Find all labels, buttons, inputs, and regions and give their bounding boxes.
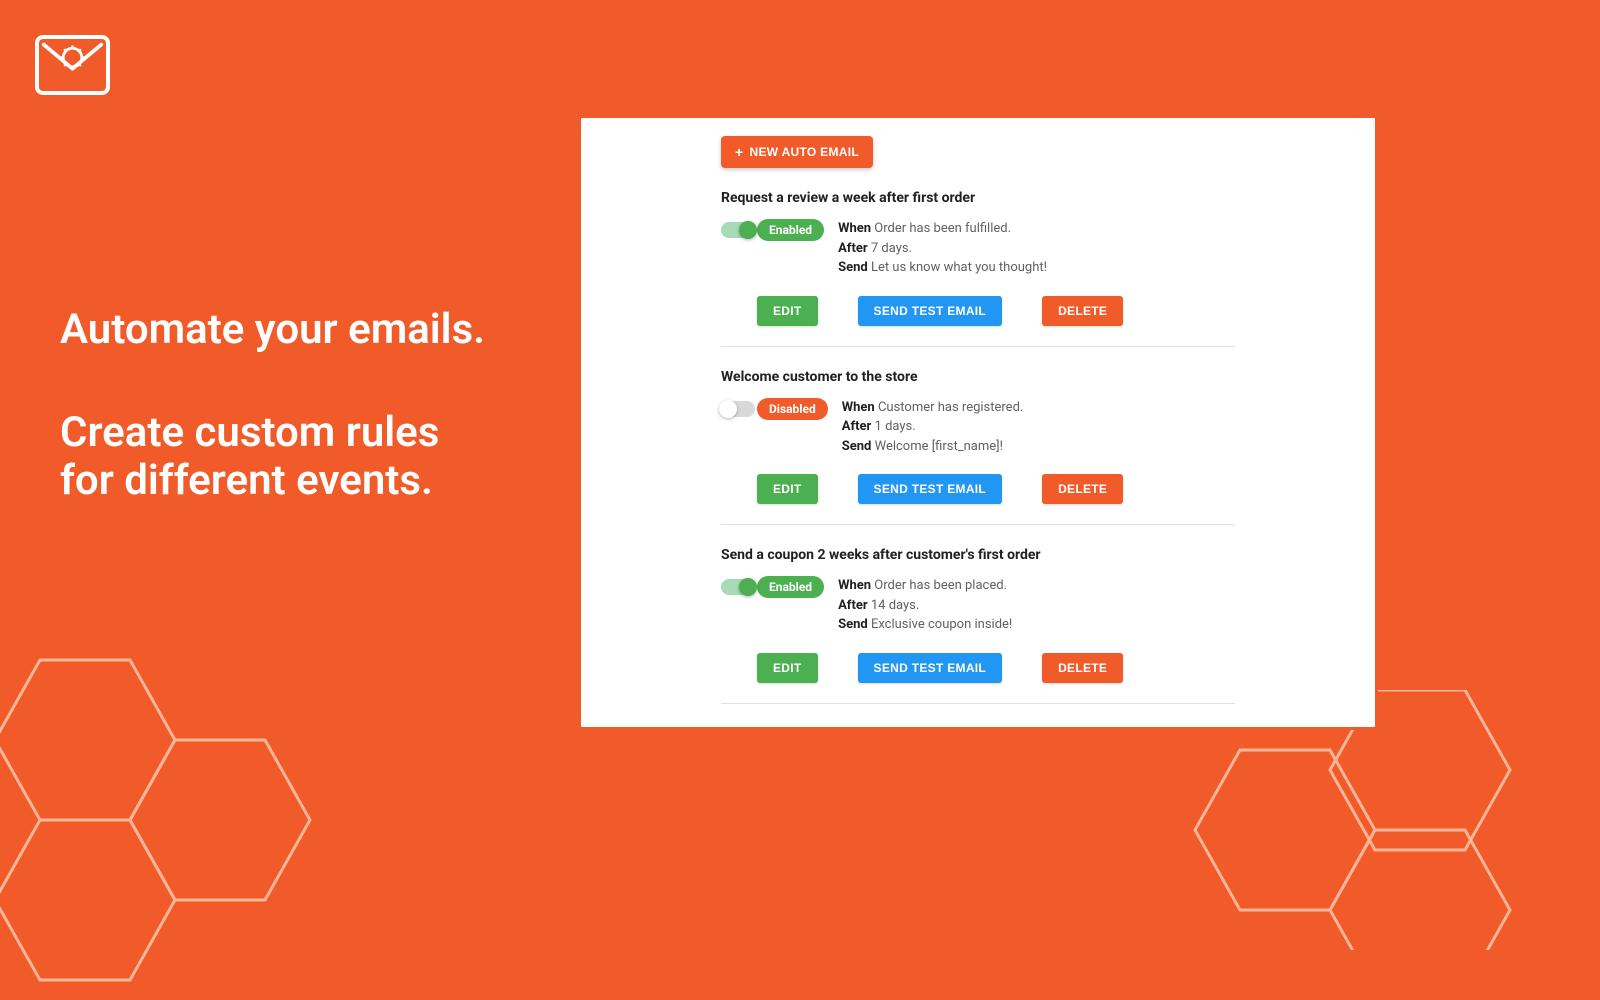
- rule-title: Send a coupon 2 weeks after customer's f…: [721, 547, 1235, 563]
- rule-details: When Order has been fulfilled. After 7 da…: [838, 219, 1047, 278]
- delete-button[interactable]: DELETE: [1042, 296, 1123, 326]
- delete-button[interactable]: DELETE: [1042, 474, 1123, 504]
- new-auto-email-label: NEW AUTO EMAIL: [749, 145, 859, 159]
- edit-button[interactable]: EDIT: [757, 296, 818, 326]
- app-logo-icon: [35, 35, 110, 95]
- delete-button[interactable]: DELETE: [1042, 653, 1123, 683]
- after-label: After: [838, 598, 868, 613]
- rule-item: Welcome customer to the store Disabled W…: [721, 347, 1235, 526]
- rule-item: Request a review a week after first orde…: [721, 168, 1235, 347]
- edit-button[interactable]: EDIT: [757, 653, 818, 683]
- new-auto-email-button[interactable]: + NEW AUTO EMAIL: [721, 136, 873, 168]
- when-value: Order has been placed.: [874, 578, 1007, 593]
- marketing-headline: Automate your emails. Create custom rule…: [60, 305, 485, 506]
- rule-item: Send a coupon 2 weeks after customer's f…: [721, 525, 1235, 704]
- after-value: 14 days.: [871, 598, 919, 613]
- rules-panel: + NEW AUTO EMAIL Request a review a week…: [578, 115, 1378, 730]
- send-value: Exclusive coupon inside!: [871, 617, 1012, 632]
- headline-line-1: Automate your emails.: [60, 305, 485, 354]
- send-label: Send: [838, 617, 868, 632]
- send-label: Send: [838, 260, 868, 275]
- enable-toggle[interactable]: [721, 222, 755, 238]
- after-value: 7 days.: [871, 241, 912, 256]
- headline-line-2: Create custom rulesfor different events.: [60, 409, 485, 506]
- when-label: When: [842, 400, 875, 415]
- send-test-email-button[interactable]: SEND TEST EMAIL: [858, 474, 1003, 504]
- rule-title: Welcome customer to the store: [721, 369, 1235, 385]
- when-label: When: [838, 578, 871, 593]
- edit-button[interactable]: EDIT: [757, 474, 818, 504]
- when-value: Order has been fulfilled.: [874, 221, 1011, 236]
- when-value: Customer has registered.: [878, 400, 1023, 415]
- enable-toggle[interactable]: [721, 579, 755, 595]
- send-value: Let us know what you thought!: [871, 260, 1047, 275]
- after-value: 1 days.: [875, 419, 916, 434]
- rule-details: When Order has been placed. After 14 days…: [838, 576, 1012, 635]
- status-badge: Enabled: [757, 219, 824, 241]
- enable-toggle[interactable]: [721, 401, 755, 417]
- status-badge: Enabled: [757, 576, 824, 598]
- rule-title: Email me when someone registers: [721, 726, 1235, 731]
- rule-details: When Customer has registered. After 1 day…: [842, 398, 1024, 457]
- send-test-email-button[interactable]: SEND TEST EMAIL: [858, 296, 1003, 326]
- send-value: Welcome [first_name]!: [875, 439, 1003, 454]
- after-label: After: [842, 419, 872, 434]
- rule-title: Request a review a week after first orde…: [721, 190, 1235, 206]
- send-test-email-button[interactable]: SEND TEST EMAIL: [858, 653, 1003, 683]
- send-label: Send: [842, 439, 872, 454]
- rule-item: Email me when someone registers Disabled…: [721, 704, 1235, 731]
- hex-decoration-left: [0, 600, 340, 1000]
- when-label: When: [838, 221, 871, 236]
- status-badge: Disabled: [757, 398, 828, 420]
- plus-icon: +: [735, 144, 743, 160]
- after-label: After: [838, 241, 868, 256]
